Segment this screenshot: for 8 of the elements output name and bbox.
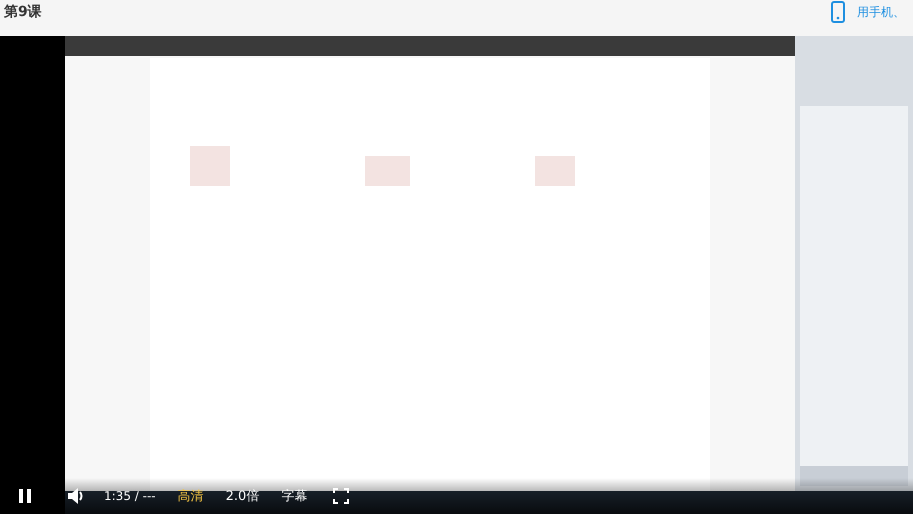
speed-button[interactable]: 2.0倍 bbox=[226, 487, 260, 505]
subtitles-button[interactable]: 字幕 bbox=[281, 487, 308, 505]
quality-button[interactable]: 高清 bbox=[178, 487, 204, 505]
phone-icon bbox=[831, 1, 845, 23]
pause-button[interactable] bbox=[18, 488, 32, 504]
time-display: 1:35 / --- bbox=[104, 489, 156, 503]
lesson-title: 第9课 bbox=[4, 3, 42, 21]
fullscreen-icon[interactable] bbox=[333, 488, 350, 504]
